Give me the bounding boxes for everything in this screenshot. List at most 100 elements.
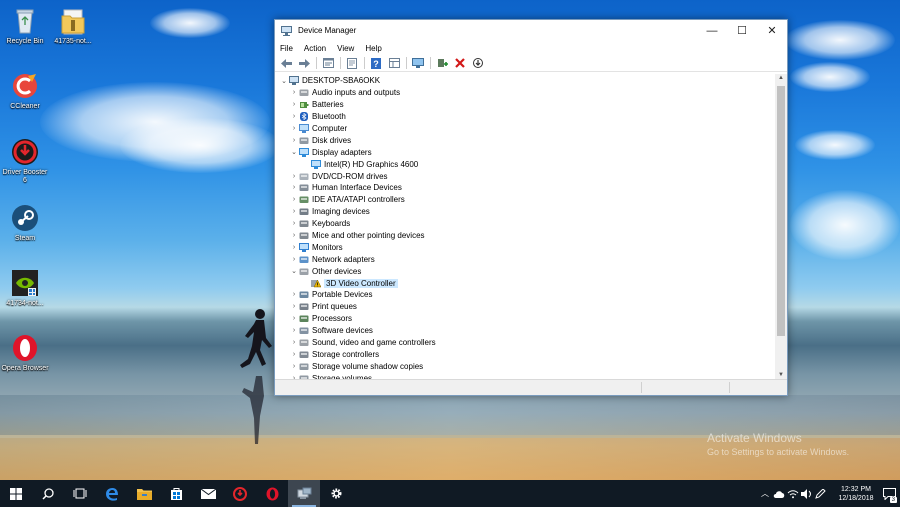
tree-category-item[interactable]: › Imaging devices [279,206,774,218]
update-button[interactable] [345,57,359,70]
collapse-icon[interactable]: ⌄ [279,77,289,85]
language-tray-button[interactable] [814,480,828,507]
tree-category-item[interactable]: › Bluetooth [279,111,774,123]
taskbar-settings[interactable] [320,480,352,507]
expand-icon[interactable]: › [289,220,299,227]
expand-icon[interactable]: › [289,208,299,215]
scroll-thumb[interactable] [777,86,785,336]
device-tree[interactable]: ⌄ DESKTOP-SBA6OKK › Audio inputs and outp… [275,74,787,379]
desktop-icon-ccleaner[interactable]: CCleaner [0,71,50,111]
expand-icon[interactable]: › [289,327,299,334]
help-button[interactable]: ? [369,57,383,70]
desktop-icon-recycle-bin[interactable]: Recycle Bin [0,6,50,46]
tree-category-item[interactable]: › Storage volumes [279,372,774,379]
search-button[interactable] [32,480,64,507]
expand-icon[interactable]: › [289,125,299,132]
expand-icon[interactable]: › [289,137,299,144]
tree-category-item[interactable]: › Network adapters [279,253,774,265]
collapse-icon[interactable]: ⌄ [289,267,299,275]
download-button[interactable] [471,57,485,70]
tree-category-item[interactable]: › Storage volume shadow copies [279,360,774,372]
desktop-icon-steam[interactable]: Steam [0,203,50,243]
tree-category-item[interactable]: ⌄ Other devices [279,265,774,277]
expand-icon[interactable]: › [289,363,299,370]
taskbar-opera[interactable] [256,480,288,507]
device-manager-window[interactable]: Device Manager — ☐ ✕ File Action View He… [274,19,788,396]
view-button[interactable] [387,57,401,70]
tree-category-item[interactable]: › Software devices [279,325,774,337]
taskbar-store[interactable] [160,480,192,507]
tree-category-item[interactable]: › Processors [279,313,774,325]
desktop-icon-driver-booster[interactable]: Driver Booster 6 [0,137,50,185]
tree-category-item[interactable]: › Sound, video and game controllers [279,337,774,349]
expand-icon[interactable]: › [289,303,299,310]
mail-icon [200,488,216,499]
title-bar[interactable]: Device Manager — ☐ ✕ [275,20,787,41]
task-view-button[interactable] [64,480,96,507]
taskbar-file-explorer[interactable] [128,480,160,507]
expand-icon[interactable]: › [289,173,299,180]
expand-icon[interactable]: › [289,351,299,358]
expand-icon[interactable]: › [289,184,299,191]
clock[interactable]: 12:32 PM 12/18/2018 [834,485,878,503]
minimize-button[interactable]: — [697,20,727,41]
forward-button[interactable] [297,57,311,70]
tree-category-item[interactable]: › Audio inputs and outputs [279,87,774,99]
expand-icon[interactable]: › [289,291,299,298]
expand-icon[interactable]: › [289,315,299,322]
tree-device-item[interactable]: 3D Video Controller [279,277,774,289]
scan-hardware-button[interactable] [411,57,425,70]
expand-icon[interactable]: › [289,113,299,120]
tree-category-item[interactable]: › Storage controllers [279,348,774,360]
expand-icon[interactable]: › [289,232,299,239]
tree-category-item[interactable]: › Human Interface Devices [279,182,774,194]
tree-category-item[interactable]: › IDE ATA/ATAPI controllers [279,194,774,206]
maximize-button[interactable]: ☐ [727,20,757,41]
taskbar-driver-booster[interactable] [224,480,256,507]
tree-category-item[interactable]: › Batteries [279,99,774,111]
properties-button[interactable] [321,57,335,70]
scroll-up-icon[interactable]: ▲ [775,75,787,81]
tree-category-item[interactable]: › Disk drives [279,134,774,146]
tree-category-item[interactable]: › Mice and other pointing devices [279,230,774,242]
vertical-scrollbar[interactable]: ▲ ▼ [775,74,787,379]
expand-icon[interactable]: › [289,101,299,108]
tree-category-item[interactable]: › Monitors [279,241,774,253]
tree-category-item[interactable]: › Keyboards [279,218,774,230]
back-button[interactable] [279,57,293,70]
dvd-icon [299,173,309,180]
uninstall-button[interactable] [453,57,467,70]
tree-device-item[interactable]: Intel(R) HD Graphics 4600 [279,158,774,170]
scroll-down-icon[interactable]: ▼ [775,372,787,378]
taskbar-device-manager[interactable] [288,480,320,507]
desktop-icon-opera[interactable]: Opera Browser [0,333,50,373]
onedrive-tray-button[interactable] [772,480,786,507]
menu-action[interactable]: Action [304,44,326,53]
start-button[interactable] [0,480,32,507]
expand-icon[interactable]: › [289,196,299,203]
taskbar-edge[interactable] [96,480,128,507]
action-center-button[interactable]: 3 [878,480,900,507]
tree-category-item[interactable]: › Print queues [279,301,774,313]
menu-view[interactable]: View [337,44,354,53]
close-button[interactable]: ✕ [757,20,787,41]
expand-icon[interactable]: › [289,339,299,346]
volume-tray-button[interactable] [800,480,814,507]
expand-icon[interactable]: › [289,89,299,96]
tree-root[interactable]: ⌄ DESKTOP-SBA6OKK [279,75,774,87]
menu-help[interactable]: Help [365,44,381,53]
network-tray-button[interactable] [786,480,800,507]
desktop-icon-folder[interactable]: 41735-not... [48,6,98,46]
collapse-icon[interactable]: ⌄ [289,148,299,156]
desktop-icon-nvidia[interactable]: 41734-not... [0,268,50,308]
tree-category-item[interactable]: › Computer [279,123,774,135]
taskbar-mail[interactable] [192,480,224,507]
tree-category-item[interactable]: › DVD/CD-ROM drives [279,170,774,182]
tree-category-item[interactable]: › Portable Devices [279,289,774,301]
expand-icon[interactable]: › [289,244,299,251]
add-driver-button[interactable] [435,57,449,70]
show-hidden-icons-button[interactable]: ︿ [758,480,772,507]
expand-icon[interactable]: › [289,256,299,263]
tree-category-item[interactable]: ⌄ Display adapters [279,146,774,158]
menu-file[interactable]: File [280,44,293,53]
